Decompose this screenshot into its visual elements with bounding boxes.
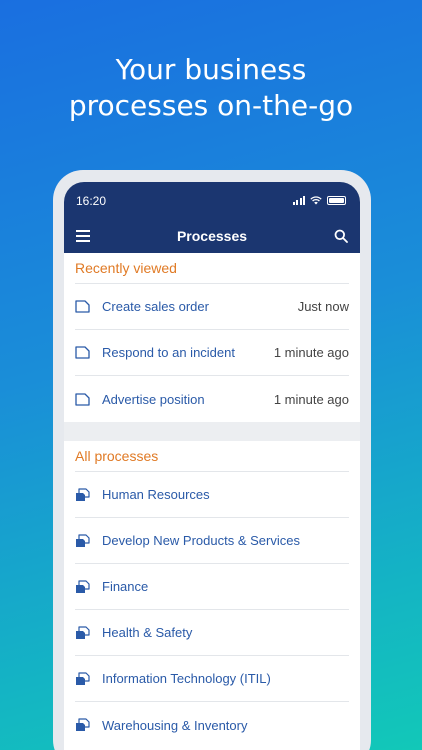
headline-line-2: processes on-the-go [68,89,354,122]
recent-item-label: Respond to an incident [102,345,235,360]
process-group-label: Human Resources [102,487,210,502]
process-group-icon [75,625,102,640]
battery-icon [327,196,346,205]
signal-icon [292,196,305,205]
status-bar: 16:20 [64,182,360,219]
process-group-label: Warehousing & Inventory [102,717,248,733]
recent-item-time: 1 minute ago [273,345,349,360]
section-divider [64,422,360,441]
all-processes-list: Human Resources Develop New Products & Se… [75,472,349,748]
app-bar: Processes [64,219,360,253]
process-group-label: Health & Safety [102,625,193,640]
all-processes-section: All processes Human Resources Develop New… [64,441,360,748]
phone-frame: 16:20 Processes Recently viewed Create s… [53,170,371,750]
recent-item-label: Create sales order [102,299,209,314]
document-icon [75,346,102,359]
recently-viewed-list: Create sales order Just now Respond to an … [75,284,349,422]
process-group-icon [75,718,102,732]
search-icon[interactable] [334,229,348,243]
process-group-item[interactable]: Health & Safety [75,610,349,656]
process-group-item[interactable]: Warehousing & Inventory [75,702,349,748]
process-group-label: Develop New Products & Services [102,533,300,548]
process-group-item[interactable]: Finance [75,564,349,610]
recently-viewed-section: Recently viewed Create sales order Just n… [64,253,360,422]
headline: Your business processes on-the-go [0,52,422,124]
process-group-icon [75,487,102,502]
wifi-icon [310,196,322,205]
process-group-icon [75,671,102,686]
phone-screen: 16:20 Processes Recently viewed Create s… [64,182,360,750]
process-group-label: Finance [102,579,149,594]
recently-viewed-header: Recently viewed [75,253,349,284]
process-group-item[interactable]: Human Resources [75,472,349,518]
headline-line-1: Your business [115,53,307,86]
recent-item-label: Advertise position [102,391,205,407]
process-group-label: Information Technology (ITIL) [102,671,271,686]
recent-item-time: 1 minute ago [273,391,349,407]
process-group-icon [75,579,102,594]
recent-item-time: Just now [297,299,349,314]
recent-item[interactable]: Advertise position 1 minute ago [75,376,349,422]
recent-item[interactable]: Respond to an incident 1 minute ago [75,330,349,376]
process-group-item[interactable]: Develop New Products & Services [75,518,349,564]
process-group-item[interactable]: Information Technology (ITIL) [75,656,349,702]
document-icon [75,392,102,406]
app-bar-title: Processes [176,228,248,244]
status-time: 16:20 [76,193,107,208]
recent-item[interactable]: Create sales order Just now [75,284,349,330]
status-icons [292,196,346,205]
process-group-icon [75,533,102,548]
hamburger-icon[interactable] [76,230,90,242]
document-icon [75,300,102,313]
all-processes-header: All processes [75,441,349,472]
